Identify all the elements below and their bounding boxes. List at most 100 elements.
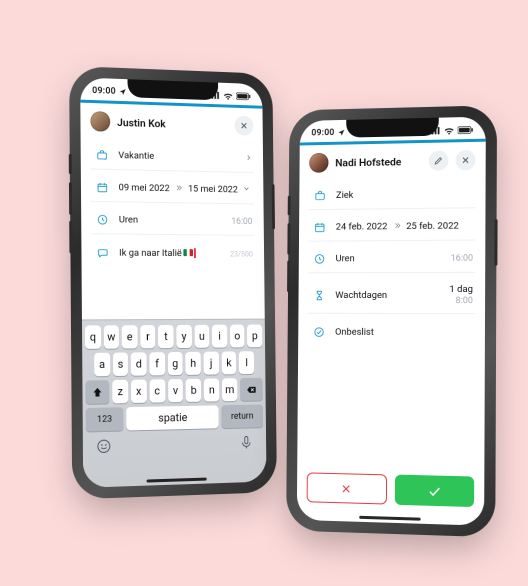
- hours-label: Uren: [336, 253, 443, 264]
- key-r[interactable]: r: [140, 325, 155, 348]
- date-end: 25 feb. 2022: [406, 221, 459, 232]
- range-separator-icon: [392, 221, 401, 233]
- leave-type-row[interactable]: Vakantie: [91, 141, 254, 173]
- key-t[interactable]: t: [158, 325, 173, 348]
- key-e[interactable]: e: [122, 325, 138, 348]
- x-icon: [340, 482, 353, 495]
- emoji-icon[interactable]: [96, 438, 112, 455]
- chevron-down-icon: [243, 185, 251, 196]
- key-z[interactable]: z: [112, 380, 128, 404]
- suitcase-icon: [311, 189, 328, 202]
- mic-icon[interactable]: [239, 434, 254, 450]
- close-icon: [461, 155, 471, 165]
- key-k[interactable]: k: [221, 351, 236, 374]
- key-w[interactable]: w: [104, 325, 120, 348]
- status-time: 09:00: [311, 128, 334, 138]
- status-time: 09:00: [92, 86, 116, 97]
- clock-icon: [310, 252, 328, 265]
- key-h[interactable]: h: [186, 352, 201, 375]
- wifi-icon: [223, 92, 233, 100]
- speech-icon: [93, 246, 111, 259]
- key-d[interactable]: d: [131, 352, 147, 375]
- hours-row[interactable]: Uren 16:00: [91, 206, 254, 236]
- key-j[interactable]: j: [204, 352, 219, 375]
- message-row[interactable]: Ik ga naar Italië 23/500: [91, 238, 255, 267]
- leave-type-label: Ziek: [336, 188, 473, 201]
- hours-value: 16:00: [231, 216, 252, 226]
- edit-button[interactable]: [429, 150, 449, 170]
- key-shift[interactable]: [85, 380, 109, 404]
- key-s[interactable]: s: [113, 353, 129, 376]
- battery-icon: [458, 126, 474, 134]
- header: Nadi Hofstede: [299, 142, 485, 181]
- key-return[interactable]: return: [221, 404, 263, 428]
- key-numbers[interactable]: 123: [86, 407, 124, 431]
- hours-row[interactable]: Uren 16:00: [308, 245, 475, 274]
- header: Justin Kok: [80, 103, 263, 144]
- text-cursor: [194, 248, 196, 258]
- status-row[interactable]: Onbeslist: [308, 318, 475, 347]
- home-bar[interactable]: [359, 515, 420, 520]
- key-v[interactable]: v: [168, 379, 184, 402]
- key-g[interactable]: g: [168, 352, 183, 375]
- location-icon: [337, 129, 345, 137]
- accept-button[interactable]: [394, 475, 474, 508]
- wait-label: Wachtdagen: [335, 289, 441, 300]
- key-y[interactable]: y: [176, 325, 191, 348]
- close-button[interactable]: [455, 150, 475, 170]
- key-o[interactable]: o: [230, 325, 245, 348]
- hours-label: Uren: [119, 214, 224, 226]
- pencil-icon: [434, 156, 444, 166]
- key-u[interactable]: u: [194, 325, 209, 348]
- key-m[interactable]: m: [222, 378, 237, 401]
- key-space[interactable]: spatie: [126, 405, 218, 430]
- key-n[interactable]: n: [204, 378, 219, 401]
- key-b[interactable]: b: [186, 379, 201, 402]
- leave-type-row[interactable]: Ziek: [309, 180, 476, 210]
- key-c[interactable]: c: [149, 379, 165, 402]
- range-separator-icon: [174, 183, 183, 195]
- wait-sub: 8:00: [455, 296, 473, 306]
- hours-value: 16:00: [451, 253, 474, 263]
- footer: [297, 472, 484, 517]
- battery-icon: [236, 92, 251, 100]
- message-input[interactable]: Ik ga naar Italië: [119, 247, 222, 259]
- date-start: 09 mei 2022: [119, 182, 170, 194]
- check-icon: [427, 483, 442, 499]
- location-icon: [119, 88, 127, 96]
- phone-right: 09:00 Nadi Hofstede: [289, 108, 494, 534]
- date-range-row[interactable]: 09 mei 2022 15 mei 2022: [91, 174, 254, 205]
- avatar[interactable]: [309, 153, 328, 173]
- hourglass-icon: [310, 289, 328, 302]
- calendar-icon: [311, 221, 328, 234]
- clock-icon: [93, 213, 111, 226]
- key-p[interactable]: p: [247, 325, 262, 348]
- date-range-row[interactable]: 24 feb. 2022 25 feb. 2022: [309, 212, 476, 241]
- italy-flag-icon: [184, 250, 194, 257]
- avatar[interactable]: [90, 111, 110, 132]
- key-f[interactable]: f: [149, 352, 164, 375]
- close-button[interactable]: [234, 116, 253, 136]
- leave-type-label: Vakantie: [118, 150, 237, 164]
- home-bar[interactable]: [146, 477, 206, 483]
- key-x[interactable]: x: [131, 380, 147, 403]
- key-a[interactable]: a: [94, 353, 110, 377]
- check-circle-icon: [310, 325, 328, 338]
- date-end: 15 mei 2022: [188, 184, 238, 196]
- wait-value: 1 dag: [449, 284, 473, 295]
- reject-button[interactable]: [307, 472, 387, 504]
- message-counter: 23/500: [230, 249, 253, 258]
- keyboard[interactable]: qwertyuiop asdfghjkl zxcvbnm 123 spatie …: [82, 319, 267, 488]
- key-q[interactable]: q: [85, 325, 101, 348]
- user-name: Nadi Hofstede: [335, 154, 421, 168]
- key-l[interactable]: l: [239, 351, 254, 374]
- phone-left: 09:00 Justin Kok: [72, 69, 274, 496]
- close-icon: [239, 121, 248, 131]
- waiting-days-row[interactable]: Wachtdagen 1 dag 8:00: [308, 277, 475, 314]
- key-backspace[interactable]: [240, 378, 263, 401]
- key-i[interactable]: i: [212, 325, 227, 348]
- chevron-right-icon: [245, 153, 252, 165]
- date-start: 24 feb. 2022: [336, 221, 388, 232]
- suitcase-icon: [93, 148, 111, 162]
- notch: [346, 118, 439, 138]
